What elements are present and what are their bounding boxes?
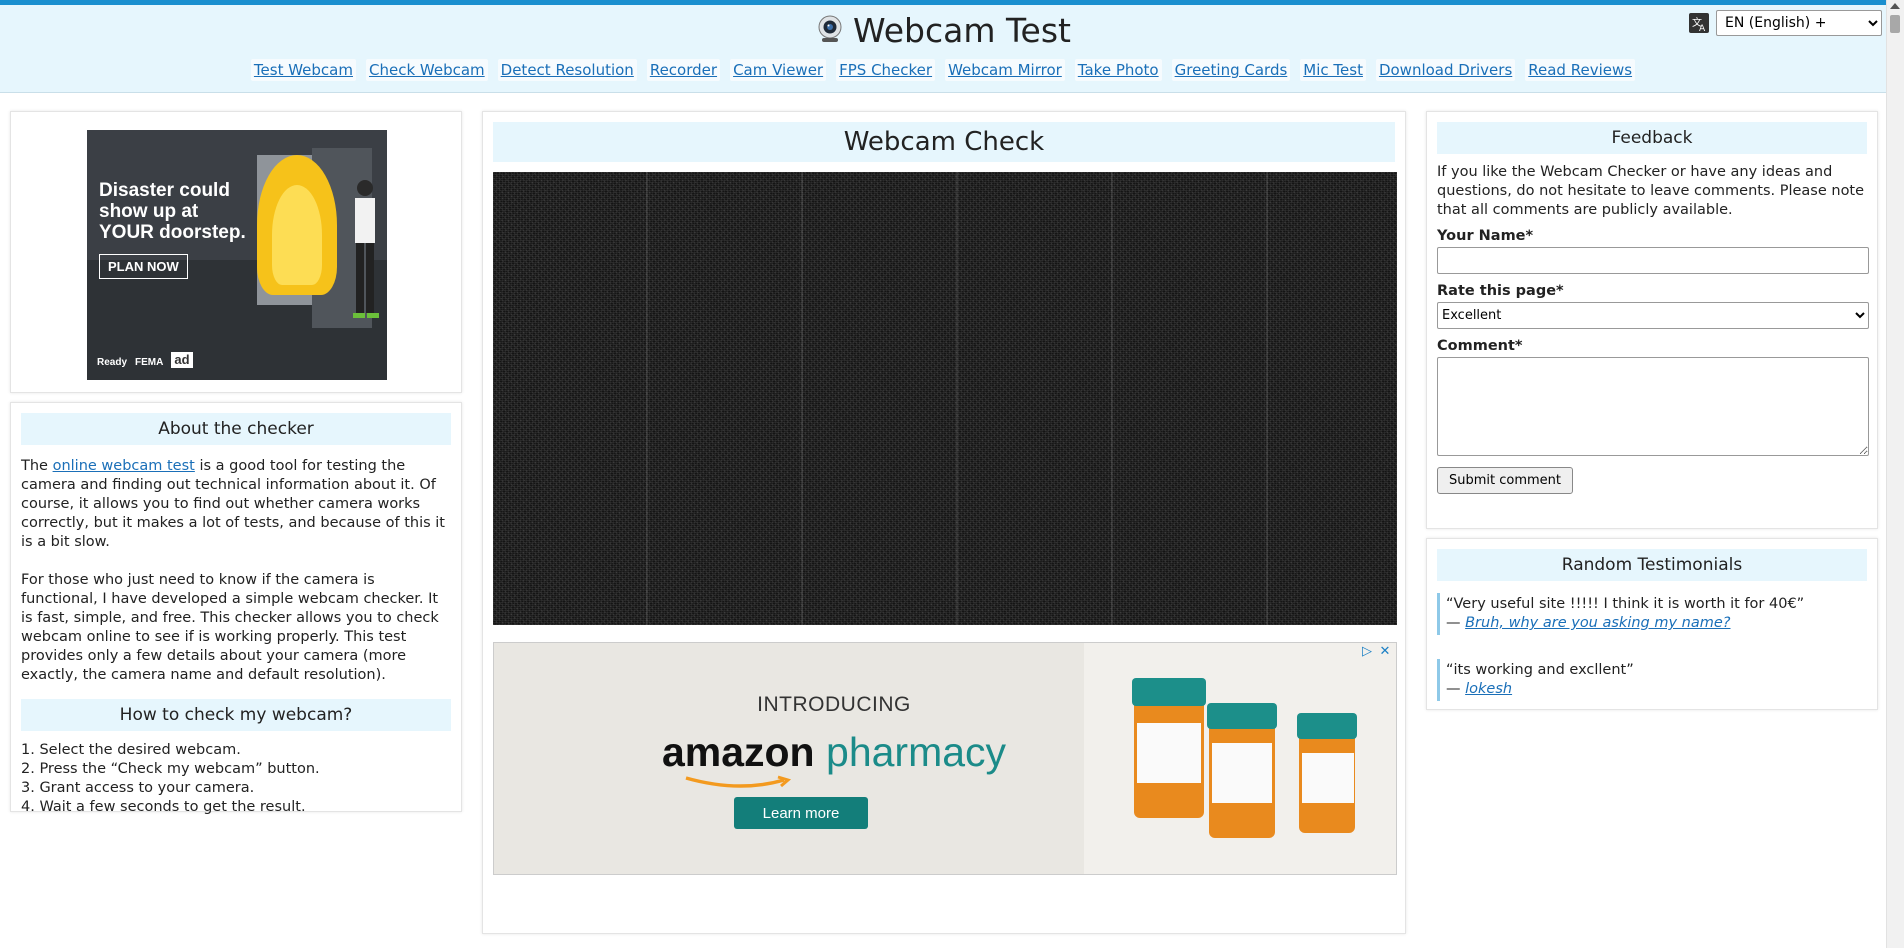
plan-now-button[interactable]: PLAN NOW bbox=[99, 254, 188, 279]
ready-logo: Ready bbox=[97, 357, 128, 368]
language-select[interactable]: EN (English) + bbox=[1716, 10, 1882, 36]
testimonial-quote: “its working and excllent” bbox=[1446, 662, 1634, 678]
page-scrollbar[interactable] bbox=[1886, 0, 1904, 948]
svg-text:A: A bbox=[1699, 24, 1706, 34]
howto-steps: 1. Select the desired webcam. 2. Press t… bbox=[21, 741, 451, 817]
about-card: About the checker The online webcam test… bbox=[10, 402, 462, 815]
main-card: Webcam Check ▷ ✕ INTRODUCING amazon phar… bbox=[482, 111, 1406, 934]
feedback-intro: If you like the Webcam Checker or have a… bbox=[1437, 164, 1865, 218]
learn-more-button[interactable]: Learn more bbox=[734, 797, 868, 829]
nav-check-webcam[interactable]: Check Webcam bbox=[365, 59, 488, 81]
amazon-pharmacy-ad[interactable]: ▷ ✕ INTRODUCING amazon pharmacy Learn mo… bbox=[493, 642, 1397, 875]
adchoices-icon[interactable]: ▷ bbox=[1360, 645, 1374, 659]
howto-step: 4. Wait a few seconds to get the result. bbox=[21, 799, 306, 815]
nav-read-reviews[interactable]: Read Reviews bbox=[1525, 59, 1636, 81]
comment-label: Comment* bbox=[1437, 338, 1523, 354]
nav-take-photo[interactable]: Take Photo bbox=[1074, 59, 1162, 81]
testimonial-item: “Very useful site !!!!! I think it is wo… bbox=[1437, 593, 1867, 635]
ad-intro-text: INTRODUCING bbox=[757, 693, 911, 716]
ad-council-logo: ad bbox=[171, 352, 193, 368]
close-ad-icon[interactable]: ✕ bbox=[1378, 645, 1392, 659]
ad-choices[interactable]: ▷ ✕ bbox=[1360, 645, 1392, 659]
main-nav: Test Webcam Check Webcam Detect Resolution… bbox=[0, 59, 1886, 81]
name-label: Your Name* bbox=[1437, 228, 1534, 244]
fema-logo: FEMA bbox=[135, 357, 164, 368]
translate-icon: 文 A bbox=[1688, 12, 1710, 34]
site-brand[interactable]: Webcam Test bbox=[0, 11, 1886, 53]
rate-select[interactable]: Excellent bbox=[1437, 302, 1869, 329]
nav-webcam-mirror[interactable]: Webcam Mirror bbox=[945, 59, 1065, 81]
amazon-pharmacy-logo: amazon pharmacy bbox=[661, 729, 1007, 775]
testimonial-author-link[interactable]: lokesh bbox=[1465, 681, 1512, 697]
nav-fps-checker[interactable]: FPS Checker bbox=[836, 59, 936, 81]
howto-step: 3. Grant access to your camera. bbox=[21, 780, 255, 796]
nav-greeting-cards[interactable]: Greeting Cards bbox=[1171, 59, 1291, 81]
language-switcher: 文 A EN (English) + bbox=[1688, 10, 1882, 36]
feedback-title: Feedback bbox=[1437, 122, 1867, 154]
comment-textarea[interactable] bbox=[1437, 357, 1869, 456]
testimonials-title: Random Testimonials bbox=[1437, 549, 1867, 581]
site-title: Webcam Test bbox=[853, 11, 1071, 50]
disaster-ad[interactable]: Disaster could show up at YOUR doorstep.… bbox=[87, 130, 387, 380]
about-title: About the checker bbox=[21, 413, 451, 445]
howto-step: 1. Select the desired webcam. bbox=[21, 742, 241, 758]
nav-recorder[interactable]: Recorder bbox=[646, 59, 721, 81]
webcam-icon bbox=[815, 13, 845, 53]
submit-comment-button[interactable]: Submit comment bbox=[1437, 467, 1574, 494]
about-paragraph-2: For those who just need to know if the c… bbox=[21, 572, 439, 683]
nav-test-webcam[interactable]: Test Webcam bbox=[250, 59, 356, 81]
nav-mic-test[interactable]: Mic Test bbox=[1300, 59, 1366, 81]
testimonial-author-link[interactable]: Bruh, why are you asking my name? bbox=[1465, 615, 1730, 631]
scrollbar-thumb[interactable] bbox=[1890, 15, 1900, 33]
site-header: Webcam Test 文 A EN (English) + Test Webc… bbox=[0, 5, 1886, 93]
ad-logos: Ready FEMA ad bbox=[97, 352, 193, 368]
amazon-smile-icon bbox=[685, 775, 792, 788]
about-paragraph-1: The online webcam test is a good tool fo… bbox=[21, 458, 445, 550]
nav-download-drivers[interactable]: Download Drivers bbox=[1375, 59, 1516, 81]
webcam-video-preview[interactable] bbox=[493, 172, 1397, 625]
person-illustration bbox=[353, 180, 379, 318]
nav-cam-viewer[interactable]: Cam Viewer bbox=[730, 59, 827, 81]
testimonial-item: “its working and excllent” — lokesh bbox=[1437, 659, 1867, 701]
feedback-card: Feedback If you like the Webcam Checker … bbox=[1426, 111, 1878, 529]
online-webcam-test-link[interactable]: online webcam test bbox=[53, 458, 195, 474]
rate-label: Rate this page* bbox=[1437, 283, 1564, 299]
testimonial-quote: “Very useful site !!!!! I think it is wo… bbox=[1446, 596, 1805, 612]
nav-detect-resolution[interactable]: Detect Resolution bbox=[497, 59, 637, 81]
main-title: Webcam Check bbox=[493, 122, 1395, 162]
howto-step: 2. Press the “Check my webcam” button. bbox=[21, 761, 320, 777]
testimonials-card: Random Testimonials “Very useful site !!… bbox=[1426, 538, 1878, 710]
howto-title: How to check my webcam? bbox=[21, 699, 451, 731]
scroll-up-arrow-icon[interactable] bbox=[1890, 3, 1900, 9]
left-ad-card: Disaster could show up at YOUR doorstep.… bbox=[10, 111, 462, 393]
ad-headline: Disaster could show up at YOUR doorstep. bbox=[99, 180, 246, 243]
name-input[interactable] bbox=[1437, 247, 1869, 274]
